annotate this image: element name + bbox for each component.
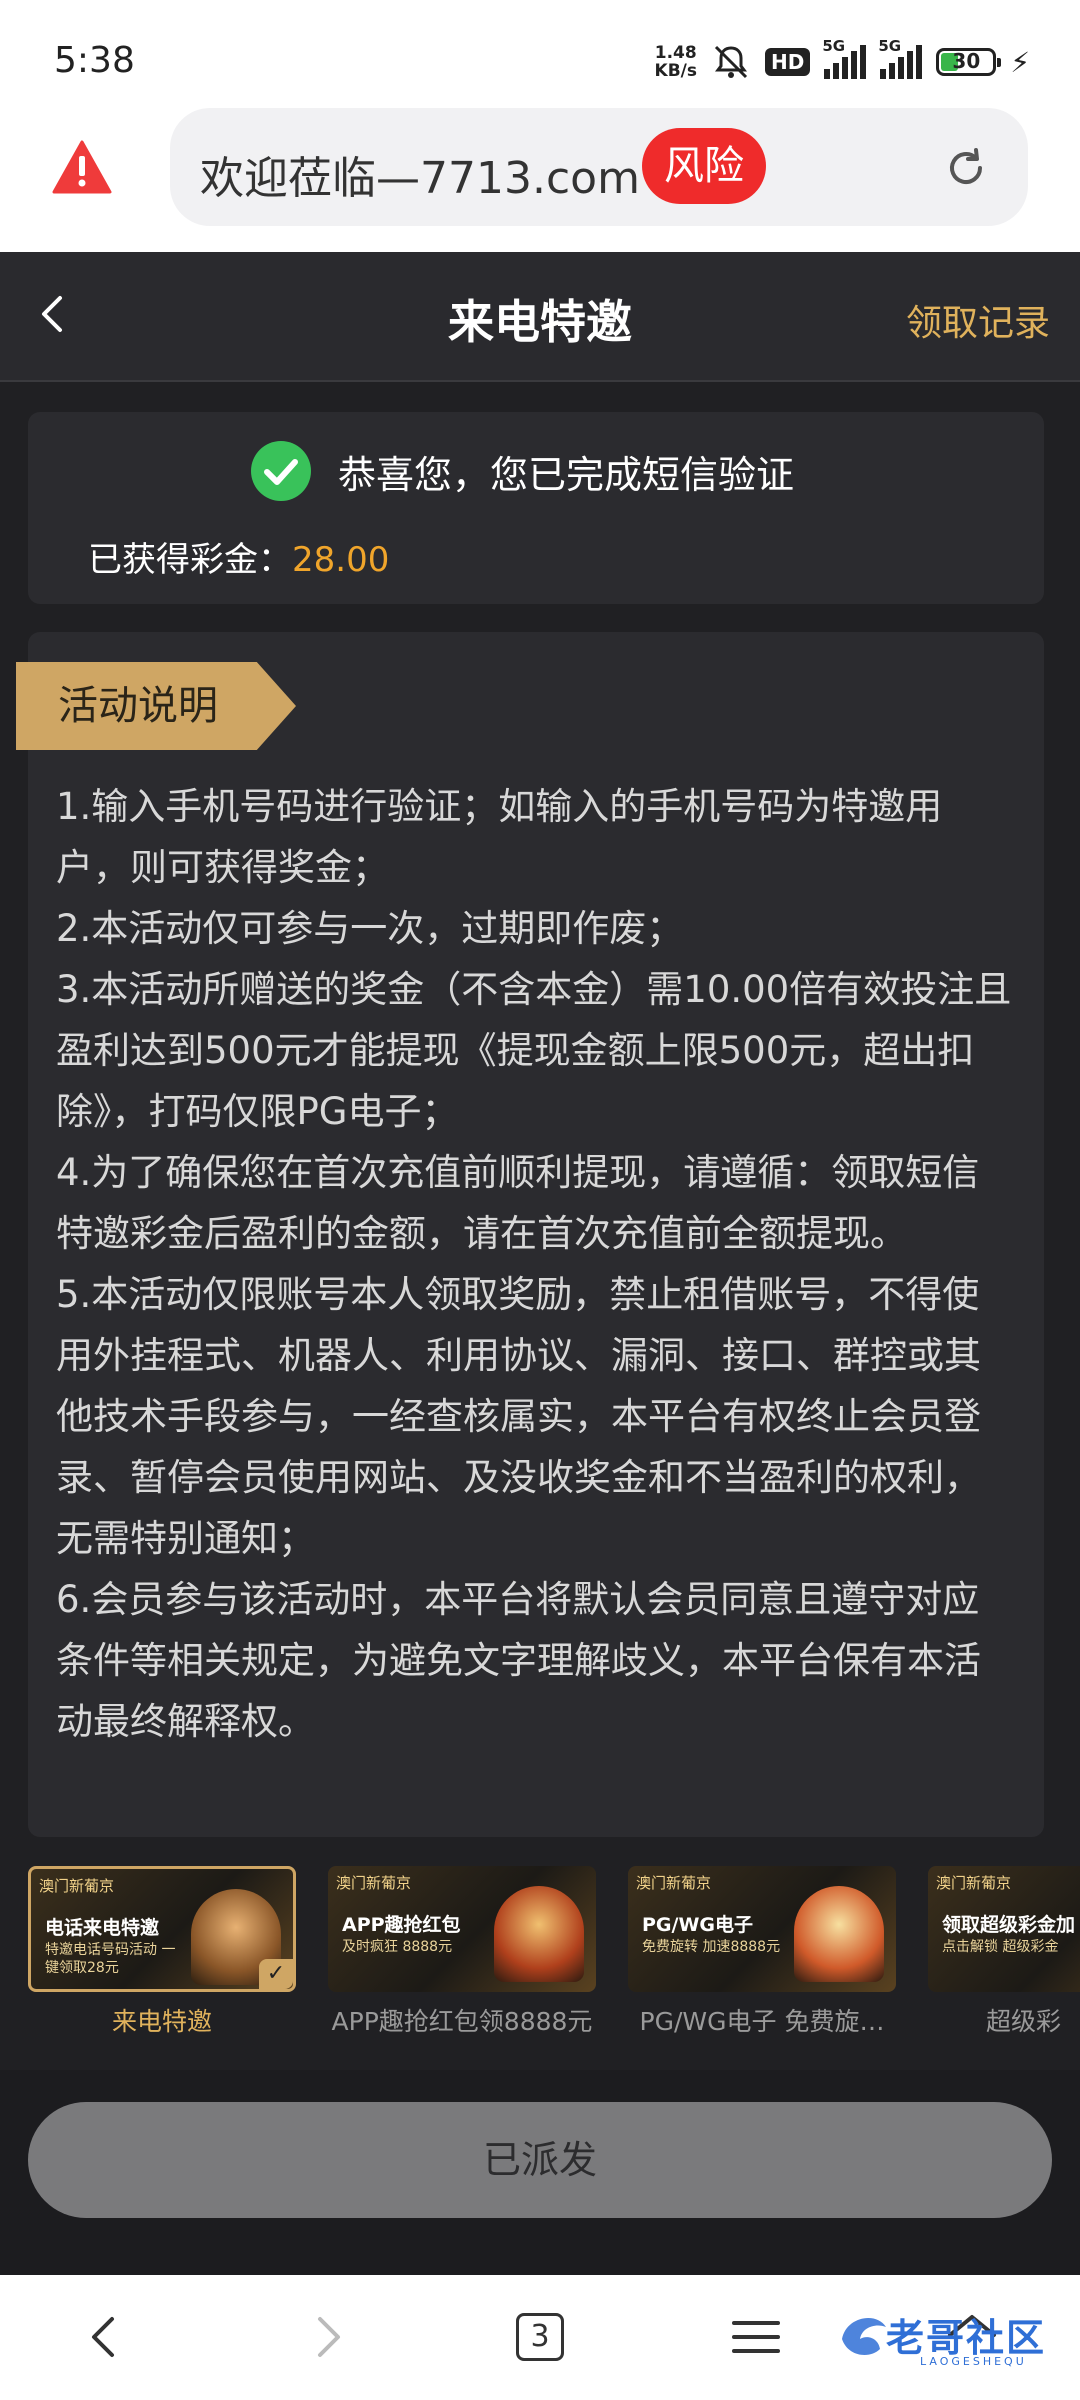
signal-icon: 5G — [878, 37, 923, 79]
battery-icon: 30 — [936, 48, 1002, 76]
activity-label[interactable]: APP趣抢红包领8888元 — [328, 2002, 596, 2038]
banner-brand: 澳门新葡京 — [636, 1874, 712, 1892]
rule-item: 5.本活动仅限账号本人领取奖励，禁止租借账号，不得使用外挂程式、机器人、利用协议… — [56, 1273, 981, 1560]
banner-heading: PG/WG电子 — [642, 1914, 754, 1936]
reload-icon[interactable] — [942, 144, 990, 192]
status-time: 5:38 — [54, 40, 135, 81]
browser-address-bar: 欢迎莅临—7713.com 风险 — [0, 100, 1080, 252]
rule-item: 6.会员参与该活动时，本平台将默认会员同意且遵守对应条件等相关规定，为避免文字理… — [56, 1578, 981, 1743]
bonus-line: 已获得彩金：28.00 — [88, 532, 389, 581]
nav-forward-icon[interactable] — [294, 2305, 358, 2369]
status-icons: 1.48 KB/s HD 5G 5G 30 ⚡ — [655, 37, 1030, 84]
activity-banner[interactable]: 澳门新葡京 领取超级彩金加 点击解锁 超级彩金 — [928, 1866, 1080, 1992]
tabs-icon[interactable]: 3 — [516, 2313, 564, 2361]
dispatched-button[interactable]: 已派发 — [28, 2102, 1052, 2218]
battery-level: 30 — [952, 49, 981, 73]
activity-label[interactable]: 来电特邀 — [28, 2002, 296, 2038]
network-speed: 1.48 KB/s — [655, 44, 697, 80]
banner-subtext: 特邀电话号码活动 一键领取28元 — [45, 1942, 176, 1976]
bonus-label: 已获得彩金： — [88, 540, 292, 580]
signal-1-label: 5G — [822, 37, 846, 55]
signal-icon: 5G — [822, 37, 867, 79]
success-message: 恭喜您，您已完成短信验证 — [338, 453, 795, 497]
url-text[interactable]: 欢迎莅临—7713.com — [200, 142, 640, 206]
activity-banner[interactable]: 澳门新葡京 APP趣抢红包 及时疯狂 8888元 — [328, 1866, 596, 1992]
nav-back-icon[interactable] — [74, 2305, 138, 2369]
banner-subtext: 点击解锁 超级彩金 — [942, 1939, 1059, 1955]
page-header: 来电特邀 领取记录 — [0, 252, 1080, 382]
claim-records-link[interactable]: 领取记录 — [906, 294, 1050, 346]
footer-area: 已派发 — [0, 2070, 1080, 2275]
url-field[interactable]: 欢迎莅临—7713.com 风险 — [170, 108, 1028, 226]
mute-bell-icon — [714, 45, 748, 79]
menu-icon[interactable] — [724, 2305, 788, 2369]
activity-card[interactable]: 澳门新葡京 电话来电特邀 特邀电话号码活动 一键领取28元 ✓ 来电特邀 — [28, 1866, 296, 2038]
activity-banner[interactable]: 澳门新葡京 电话来电特邀 特邀电话号码活动 一键领取28元 ✓ — [28, 1866, 296, 1992]
watermark-subtext: LAOGESHEQU — [920, 2355, 1027, 2368]
network-speed-value: 1.48 — [654, 43, 697, 63]
rule-item: 2.本活动仅可参与一次，过期即作废； — [56, 907, 684, 950]
rule-item: 3.本活动所赠送的奖金（不含本金）需10.00倍有效投注且盈利达到500元才能提… — [56, 968, 1012, 1133]
check-circle-icon — [251, 441, 311, 501]
network-speed-unit: KB/s — [654, 61, 697, 81]
bonus-value: 28.00 — [292, 540, 390, 580]
status-bar: 5:38 1.48 KB/s HD 5G 5G 30 ⚡ — [0, 0, 1080, 100]
banner-brand: 澳门新葡京 — [39, 1877, 115, 1895]
rule-item: 4.为了确保您在首次充值前顺利提现，请遵循：领取短信特邀彩金后盈利的金额，请在首… — [56, 1151, 980, 1255]
rules-tag: 活动说明 — [16, 662, 296, 750]
browser-bottom-nav: 3 老哥社区 LAOGESHEQU — [0, 2275, 1080, 2400]
signal-2-label: 5G — [878, 37, 902, 55]
activity-carousel[interactable]: 澳门新葡京 电话来电特邀 特邀电话号码活动 一键领取28元 ✓ 来电特邀 澳门新… — [0, 1860, 1080, 2050]
watermark-text: 老哥社区 — [886, 2316, 1047, 2360]
activity-card[interactable]: 澳门新葡京 APP趣抢红包 及时疯狂 8888元 APP趣抢红包领8888元 — [328, 1866, 596, 2038]
rule-item: 1.输入手机号码进行验证；如输入的手机号码为特邀用户，则可获得奖金； — [56, 785, 943, 889]
banner-heading: 电话来电特邀 — [45, 1917, 160, 1939]
banner-subtext: 免费旋转 加速8888元 — [642, 1939, 781, 1955]
activity-card[interactable]: 澳门新葡京 PG/WG电子 免费旋转 加速8888元 PG/WG电子 免费旋… — [628, 1866, 896, 2038]
activity-label[interactable]: PG/WG电子 免费旋… — [628, 2002, 896, 2038]
banner-slot-graphic — [794, 1886, 884, 1982]
banner-brand: 澳门新葡京 — [936, 1874, 1012, 1892]
activity-banner[interactable]: 澳门新葡京 PG/WG电子 免费旋转 加速8888元 — [628, 1866, 896, 1992]
verification-success-card: 恭喜您，您已完成短信验证 已获得彩金：28.00 — [28, 412, 1044, 604]
banner-subtext: 及时疯狂 8888元 — [342, 1939, 453, 1955]
activity-card[interactable]: 澳门新葡京 领取超级彩金加 点击解锁 超级彩金 超级彩 — [928, 1866, 1080, 2038]
banner-phone-graphic — [494, 1886, 584, 1982]
risk-badge[interactable]: 风险 — [642, 128, 766, 204]
rules-list: 1.输入手机号码进行验证；如输入的手机号码为特邀用户，则可获得奖金； 2.本活动… — [56, 776, 1016, 1752]
dragon-logo-icon — [842, 2317, 886, 2355]
banner-brand: 澳门新葡京 — [336, 1874, 412, 1892]
selected-check-icon: ✓ — [259, 1959, 293, 1989]
banner-heading: 领取超级彩金加 — [942, 1914, 1076, 1936]
warning-icon[interactable] — [52, 140, 112, 194]
charging-bolt-icon: ⚡ — [1010, 45, 1030, 79]
hd-badge: HD — [764, 48, 811, 76]
watermark-logo: 老哥社区 LAOGESHEQU — [836, 2299, 1064, 2379]
banner-heading: APP趣抢红包 — [342, 1914, 461, 1936]
activity-label[interactable]: 超级彩 — [928, 2002, 1080, 2038]
